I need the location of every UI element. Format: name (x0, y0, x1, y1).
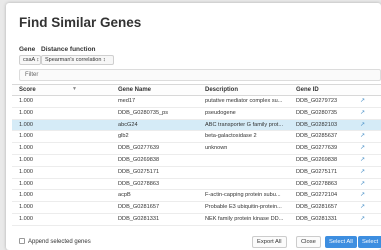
select-button[interactable]: Select (358, 236, 381, 248)
gene-id-cell: DDB_G0269838 (296, 156, 338, 163)
external-link-icon[interactable]: ↗ (360, 131, 365, 142)
external-link-icon[interactable]: ↗ (360, 155, 365, 166)
gene-name-cell: DDB_G0277639 (118, 145, 160, 152)
external-link-icon[interactable]: ↗ (360, 96, 365, 107)
sort-caret-icon: ▼ (72, 86, 77, 92)
description-cell: F-actin-capping protein subu... (205, 192, 281, 199)
gene-name-cell: DDB_G0275171 (118, 168, 160, 175)
append-selected-checkbox[interactable]: Append selected genes (19, 238, 91, 246)
gene-id-cell: DDB_G0277639 (296, 145, 338, 152)
column-header-gene-id[interactable]: Gene ID (296, 85, 319, 96)
gene-name-cell: DDB_G0281331 (118, 215, 160, 222)
score-cell: 1.000 (19, 145, 33, 152)
table-row[interactable]: 1.000 DDB_G0277639 unknown DDB_G0277639 ↗ (12, 143, 381, 155)
gene-label: Gene (19, 46, 36, 53)
score-cell: 1.000 (19, 215, 33, 222)
description-cell: NEK family protein kinase DD... (205, 215, 284, 222)
gene-id-cell: DDB_G0278863 (296, 180, 338, 187)
external-link-icon[interactable]: ↗ (360, 214, 365, 225)
table-row[interactable]: 1.000 DDB_G0280735_ps pseudogene DDB_G02807… (12, 108, 381, 120)
score-cell: 1.000 (19, 109, 33, 116)
table-row[interactable]: 1.000 DDB_G0275171 DDB_G0275171 ↗ (12, 167, 381, 179)
results-table: Score ▼ Gene Name Description Gene ID 1.… (12, 84, 381, 226)
description-cell: putative mediator complex su... (205, 98, 283, 104)
gene-id-cell: DDB_G0281331 (296, 215, 338, 222)
table-row[interactable]: 1.000 DDB_G0281657 Probable E3 ubiquitin-p… (12, 202, 381, 214)
gene-name-cell: DDB_G0278863 (118, 180, 160, 187)
table-row[interactable]: 1.000 med17 putative mediator complex su..… (12, 96, 381, 108)
gene-name-cell: DDB_G0281657 (118, 204, 160, 211)
table-body: 1.000 med17 putative mediator complex su..… (12, 96, 381, 226)
append-selected-label: Append selected genes (28, 239, 91, 245)
find-similar-genes-dialog: Find Similar Genes Gene csaA ↕ Distance … (6, 3, 381, 250)
score-cell: 1.000 (19, 156, 33, 163)
column-header-score[interactable]: Score (19, 85, 36, 96)
description-cell: unknown (205, 145, 228, 152)
external-link-icon[interactable]: ↗ (360, 202, 365, 213)
gene-name-cell: med17 (118, 98, 136, 104)
column-header-description[interactable]: Description (205, 85, 238, 96)
gene-id-cell: DDB_G0280735 (296, 109, 338, 116)
description-cell: beta-galactosidase 2 (205, 133, 257, 140)
score-cell: 1.000 (19, 133, 33, 140)
gene-id-cell: DDB_G0279723 (296, 98, 338, 104)
external-link-icon[interactable]: ↗ (360, 108, 365, 119)
external-link-icon[interactable]: ↗ (360, 120, 365, 131)
select-all-button[interactable]: Select All (325, 236, 357, 248)
gene-name-cell: glb2 (118, 133, 129, 140)
external-link-icon[interactable]: ↗ (360, 143, 365, 154)
score-cell: 1.000 (19, 204, 33, 211)
dialog-footer: Append selected genes Export All Close S… (6, 235, 381, 250)
distance-function-select[interactable]: Spearman's correlation ↕ (41, 55, 114, 65)
checkbox-icon[interactable] (19, 238, 25, 244)
external-link-icon[interactable]: ↗ (360, 167, 365, 178)
external-link-icon[interactable]: ↗ (360, 190, 365, 201)
description-cell: pseudogene (205, 109, 236, 116)
description-cell: Probable E3 ubiquitin-protein... (205, 204, 282, 211)
table-row[interactable]: 1.000 abcG24 ABC transporter G family prot… (12, 119, 381, 132)
export-all-button[interactable]: Export All (252, 236, 287, 248)
gene-name-cell: DDB_G0269838 (118, 156, 160, 163)
column-header-gene-name[interactable]: Gene Name (118, 85, 151, 96)
gene-name-cell: acpB (118, 192, 131, 199)
external-link-icon[interactable]: ↗ (360, 179, 365, 190)
score-cell: 1.000 (19, 121, 33, 128)
gene-select[interactable]: csaA ↕ (19, 55, 41, 65)
table-header: Score ▼ Gene Name Description Gene ID (12, 84, 381, 96)
table-row[interactable]: 1.000 DDB_G0278863 DDB_G0278863 ↗ (12, 179, 381, 191)
filter-input[interactable]: Filter (19, 69, 381, 81)
table-row[interactable]: 1.000 DDB_G0281331 NEK family protein kina… (12, 214, 381, 226)
gene-id-cell: DDB_G0282103 (296, 121, 338, 128)
close-button[interactable]: Close (296, 236, 321, 248)
gene-id-cell: DDB_G0281657 (296, 204, 338, 211)
table-row[interactable]: 1.000 DDB_G0269838 DDB_G0269838 ↗ (12, 155, 381, 167)
gene-id-cell: DDB_G0272104 (296, 192, 338, 199)
gene-id-cell: DDB_G0285637 (296, 133, 338, 140)
score-cell: 1.000 (19, 192, 33, 199)
gene-name-cell: DDB_G0280735_ps (118, 109, 169, 116)
gene-name-cell: abcG24 (118, 121, 138, 128)
score-cell: 1.000 (19, 168, 33, 175)
gene-id-cell: DDB_G0275171 (296, 168, 338, 175)
score-cell: 1.000 (19, 98, 33, 104)
score-cell: 1.000 (19, 180, 33, 187)
dialog-title: Find Similar Genes (19, 15, 142, 30)
table-row[interactable]: 1.000 glb2 beta-galactosidase 2 DDB_G028563… (12, 131, 381, 144)
distance-function-label: Distance function (41, 46, 96, 53)
table-row[interactable]: 1.000 acpB F-actin-capping protein subu...… (12, 190, 381, 203)
description-cell: ABC transporter G family prot... (205, 121, 284, 128)
